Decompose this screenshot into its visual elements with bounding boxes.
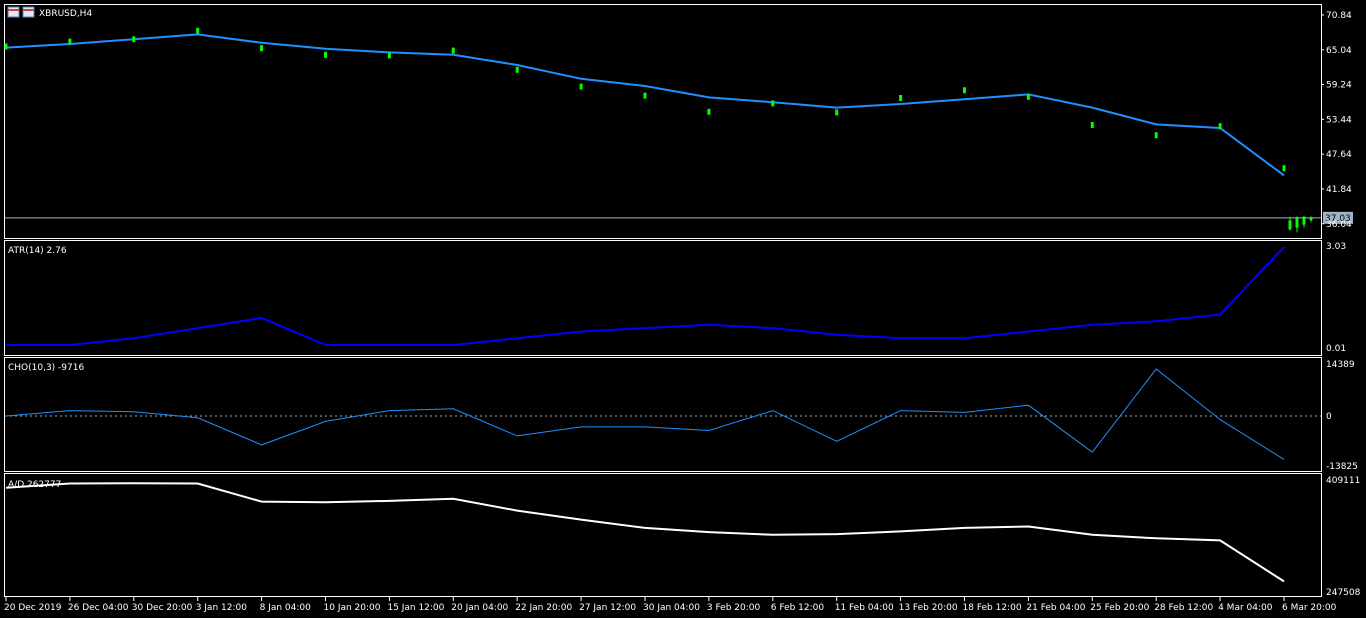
y-tick-label: 0.01 (1326, 344, 1346, 354)
candle (515, 66, 519, 73)
x-tick-label: 26 Dec 04:00 (68, 603, 129, 613)
candle (324, 51, 327, 58)
x-tick-label: 13 Feb 20:00 (899, 603, 958, 613)
moving-average-line (5, 33, 1285, 177)
y-tick-label: 0 (1326, 412, 1332, 422)
x-tick-label: 20 Dec 2019 (4, 603, 62, 613)
y-tick-label: 41.84 (1326, 185, 1352, 195)
y-tick-label: 59.24 (1326, 81, 1352, 91)
x-tick-label: 4 Mar 04:00 (1218, 603, 1273, 613)
symbol-icon[interactable] (7, 6, 35, 18)
x-tick-label: 8 Jan 04:00 (260, 603, 312, 613)
candle (387, 52, 391, 59)
candle (707, 108, 711, 115)
atr-panel-title: ATR(14) 2.76 (8, 246, 67, 256)
price-panel-title: XBRUSD,H4 (39, 9, 92, 19)
candle (132, 36, 136, 43)
x-tick-label: 28 Feb 12:00 (1154, 603, 1213, 613)
y-tick-label: 14389 (1326, 360, 1355, 370)
candle (1309, 218, 1313, 221)
candle (643, 92, 647, 99)
x-tick-label: 25 Feb 20:00 (1090, 603, 1149, 613)
y-tick-label: 53.44 (1326, 115, 1352, 125)
candle (1288, 220, 1292, 230)
x-tick-label: 18 Feb 12:00 (963, 603, 1022, 613)
x-tick-label: 30 Dec 20:00 (132, 603, 193, 613)
x-tick-label: 21 Feb 04:00 (1026, 603, 1085, 613)
candle (451, 47, 455, 54)
candle (963, 87, 966, 94)
x-tick-label: 11 Feb 04:00 (835, 603, 894, 613)
candle (1026, 93, 1030, 100)
y-tick-label: 3.03 (1326, 242, 1346, 252)
candle (1090, 122, 1094, 128)
candle (4, 43, 8, 50)
y-tick-label: 36.04 (1326, 220, 1352, 230)
trading-chart[interactable]: XBRUSD,H4 ATR(14) 2.76 CHO(10,3) -9716 A… (0, 0, 1366, 618)
candle (1282, 165, 1286, 172)
atr-line (6, 246, 1285, 346)
candle (899, 95, 903, 101)
x-tick-label: 20 Jan 04:00 (451, 603, 508, 613)
candle (1218, 123, 1222, 130)
candle (579, 83, 583, 90)
candle (1295, 217, 1299, 228)
ad-line (5, 482, 1285, 583)
x-tick-label: 27 Jan 12:00 (579, 603, 636, 613)
y-tick-label: 409111 (1326, 476, 1360, 486)
candle (196, 27, 200, 34)
candle (68, 38, 72, 45)
x-tick-label: 22 Jan 20:00 (515, 603, 572, 613)
candle (1154, 132, 1158, 139)
x-tick-label: 6 Feb 12:00 (771, 603, 825, 613)
y-tick-label: 247508 (1326, 588, 1361, 598)
cho-panel-title: CHO(10,3) -9716 (8, 363, 84, 373)
price-panel[interactable] (4, 4, 1322, 239)
x-tick-label: 30 Jan 04:00 (643, 603, 700, 613)
cho-line (5, 368, 1285, 460)
y-tick-label: 70.84 (1326, 11, 1352, 21)
x-tick-label: 10 Jan 20:00 (324, 603, 381, 613)
ad-panel[interactable] (4, 473, 1322, 597)
x-tick-label: 15 Jan 12:00 (387, 603, 444, 613)
candle (771, 100, 775, 107)
y-tick-label: -13825 (1326, 462, 1358, 472)
x-tick-label: 3 Jan 12:00 (196, 603, 248, 613)
x-tick-label: 3 Feb 20:00 (707, 603, 761, 613)
x-tick-label: 6 Mar 20:00 (1282, 603, 1337, 613)
candle (835, 109, 839, 116)
atr-panel[interactable] (4, 240, 1322, 356)
y-tick-label: 65.04 (1326, 46, 1352, 56)
candle (260, 45, 264, 52)
y-tick-label: 47.64 (1326, 150, 1352, 160)
cho-panel[interactable] (4, 357, 1322, 472)
